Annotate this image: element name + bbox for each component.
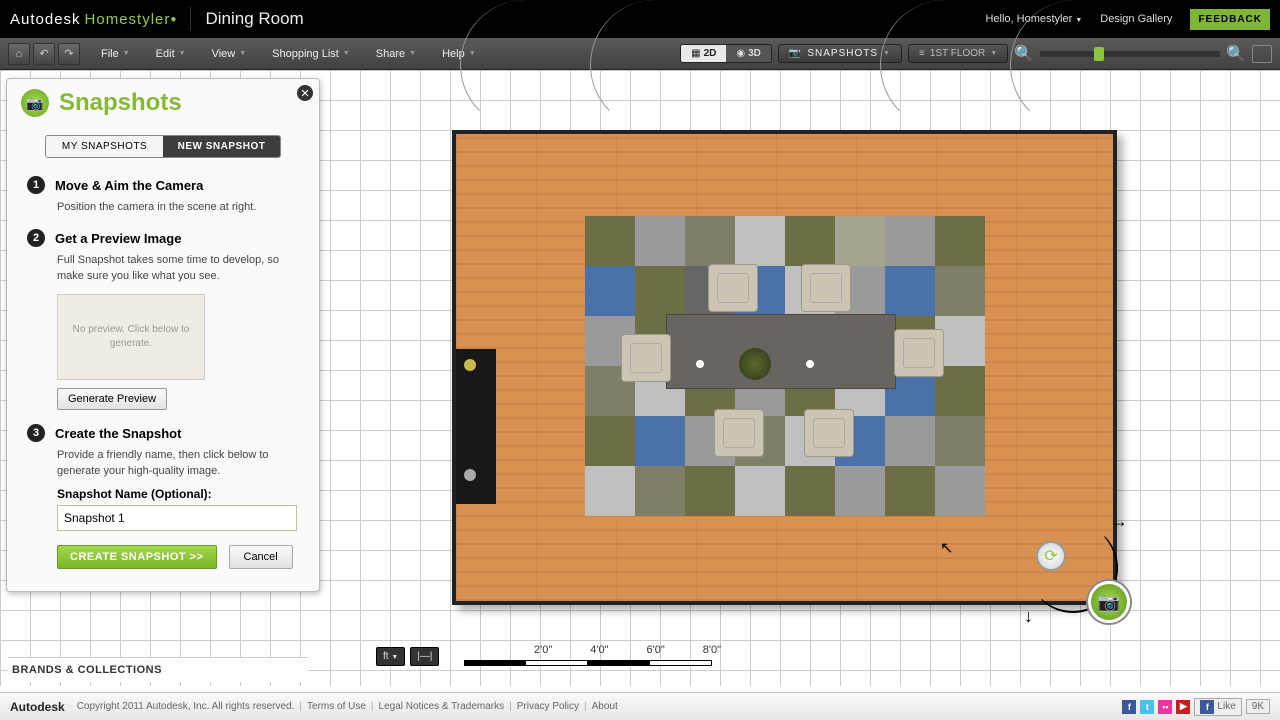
tab-my-snapshots[interactable]: MY SNAPSHOTS [46, 136, 163, 157]
chair[interactable] [708, 264, 758, 312]
generate-preview-button[interactable]: Generate Preview [57, 388, 167, 410]
home-icon[interactable]: ⌂ [8, 43, 30, 65]
step-number: 1 [27, 176, 45, 194]
redo-icon[interactable]: ↷ [58, 43, 80, 65]
logo-autodesk: Autodesk [10, 11, 81, 28]
view-2d-button[interactable]: ▦ 2D [681, 45, 726, 62]
step-number: 3 [27, 424, 45, 442]
camera-rotate-handle[interactable]: ⟳ [1036, 541, 1066, 571]
facebook-icon[interactable]: f [1122, 700, 1136, 714]
side-cabinet[interactable] [456, 349, 496, 504]
menubar-right: ▦ 2D ◉ 3D 📷 SNAPSHOTS ▼ ≡ 1ST FLOOR ▼ 🔍 … [680, 44, 1272, 64]
fullscreen-icon[interactable] [1252, 45, 1272, 63]
candle-icon [806, 360, 814, 368]
scale-bar: ft ▼ |—| 2'0"4'0"6'0"8'0" [376, 647, 712, 666]
menu-view[interactable]: View ▼ [204, 48, 255, 60]
flickr-icon[interactable]: •• [1158, 700, 1172, 714]
logo-homestyler: Homestyler [85, 11, 171, 28]
snapshot-name-label: Snapshot Name (Optional): [57, 487, 299, 501]
fb-like-button[interactable]: fLike [1194, 698, 1241, 716]
camera-widget[interactable]: → ↓ ⟳ 📷 [1018, 511, 1138, 631]
step-heading: Create the Snapshot [55, 426, 181, 441]
candle-icon [696, 360, 704, 368]
undo-icon[interactable]: ↶ [33, 43, 55, 65]
menu-share[interactable]: Share ▼ [368, 48, 424, 60]
fb-like-count: 9K [1246, 699, 1270, 714]
table-decor [696, 348, 814, 380]
step-2: 2 Get a Preview Image Full Snapshot takes… [7, 225, 319, 420]
camera-icon: 📷 [21, 89, 49, 117]
ruler [464, 660, 712, 666]
close-icon[interactable]: ✕ [297, 85, 313, 101]
step-desc: Full Snapshot takes some time to develop… [57, 253, 299, 284]
footer-link-about[interactable]: About [592, 701, 618, 712]
step-heading: Get a Preview Image [55, 231, 181, 246]
snapshot-name-input[interactable] [57, 505, 297, 531]
zoom-in-icon[interactable]: 🔍 [1226, 44, 1246, 64]
logo-dot-icon: ● [170, 14, 176, 25]
chevron-down-icon: ▼ [990, 50, 997, 57]
twitter-icon[interactable]: t [1140, 700, 1154, 714]
chair[interactable] [894, 329, 944, 377]
copyright: Copyright 2011 Autodesk, Inc. All rights… [77, 701, 295, 712]
footer-right: f t •• ▶ fLike 9K [1122, 698, 1270, 716]
view-mode-toggle: ▦ 2D ◉ 3D [680, 44, 772, 63]
chair[interactable] [801, 264, 851, 312]
snapshots-panel: ✕ 📷 Snapshots MY SNAPSHOTS NEW SNAPSHOT … [6, 78, 320, 592]
measure-button[interactable]: |—| [410, 647, 439, 666]
logo: Autodesk Homestyler ● [10, 11, 176, 28]
footer-brand: Autodesk [10, 700, 65, 714]
menu-shopping-list[interactable]: Shopping List ▼ [264, 48, 358, 60]
zoom-handle[interactable] [1094, 47, 1104, 61]
cancel-button[interactable]: Cancel [229, 545, 293, 569]
arrow-down-icon: ↓ [1024, 606, 1033, 627]
project-name: Dining Room [205, 9, 303, 29]
chair[interactable] [804, 409, 854, 457]
preview-box: No preview. Click below to generate. [57, 294, 205, 380]
ruler-labels: 2'0"4'0"6'0"8'0" [534, 644, 721, 656]
camera-position-handle[interactable]: 📷 [1088, 581, 1130, 623]
panel-title-text: Snapshots [59, 89, 182, 117]
menu-file[interactable]: File ▼ [93, 48, 138, 60]
room-floor[interactable]: → ↓ ⟳ 📷 [452, 130, 1117, 605]
step-3: 3 Create the Snapshot Provide a friendly … [7, 420, 319, 579]
unit-button[interactable]: ft ▼ [376, 647, 405, 666]
step-1: 1 Move & Aim the Camera Position the came… [7, 172, 319, 225]
brands-collections-bar[interactable]: BRANDS & COLLECTIONS [8, 657, 308, 682]
panel-tabs: MY SNAPSHOTS NEW SNAPSHOT [45, 135, 281, 158]
youtube-icon[interactable]: ▶ [1176, 700, 1190, 714]
panel-title: 📷 Snapshots [7, 79, 319, 127]
menu-edit[interactable]: Edit ▼ [148, 48, 194, 60]
step-desc: Provide a friendly name, then click belo… [57, 448, 299, 479]
feedback-button[interactable]: FEEDBACK [1190, 9, 1270, 30]
footer-link-legal[interactable]: Legal Notices & Trademarks [379, 701, 505, 712]
footer-link-privacy[interactable]: Privacy Policy [517, 701, 579, 712]
chair[interactable] [621, 334, 671, 382]
tab-new-snapshot[interactable]: NEW SNAPSHOT [163, 136, 280, 157]
centerpiece[interactable] [739, 348, 771, 380]
chair[interactable] [714, 409, 764, 457]
step-desc: Position the camera in the scene at righ… [57, 200, 299, 215]
footer-link-terms[interactable]: Terms of Use [307, 701, 366, 712]
step-heading: Move & Aim the Camera [55, 178, 203, 193]
footer: Autodesk Copyright 2011 Autodesk, Inc. A… [0, 692, 1280, 720]
step-number: 2 [27, 229, 45, 247]
view-3d-button[interactable]: ◉ 3D [726, 45, 771, 62]
camera-icon: 📷 [789, 48, 802, 59]
arrow-right-icon: → [1110, 511, 1128, 532]
create-snapshot-button[interactable]: CREATE SNAPSHOT >> [57, 545, 217, 569]
divider [190, 7, 191, 31]
